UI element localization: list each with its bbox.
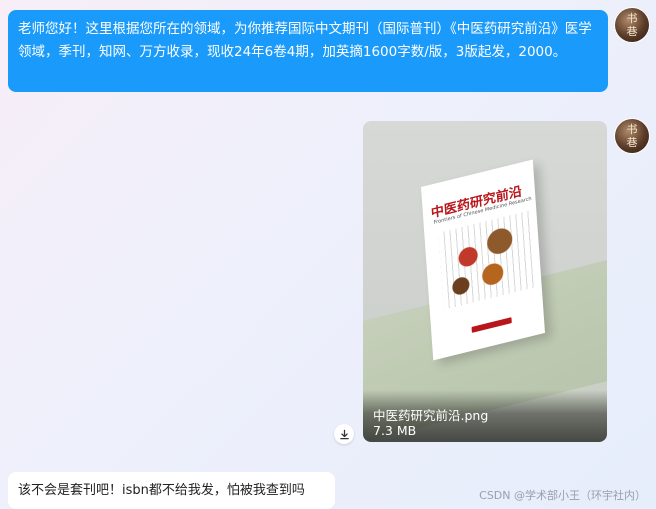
message-bubble-reply[interactable]: 该不会是套刊吧！isbn都不给我发，怕被我查到吗: [8, 472, 335, 509]
file-name: 中医药研究前沿.png: [373, 408, 489, 423]
cover-publisher-logo: [471, 317, 512, 333]
message-bubble-recommendation[interactable]: 老师您好！这里根据您所在的领域，为你推荐国际中文期刊（国际普刊）《中医药研究前沿…: [8, 10, 608, 92]
download-button[interactable]: [334, 424, 354, 444]
avatar[interactable]: 书 巷: [615, 8, 649, 42]
journal-cover-image: 中医药研究前沿 Frontiers of Chinese Medicine Re…: [421, 159, 546, 361]
avatar-glyph: 书 巷: [626, 123, 638, 149]
image-file-message[interactable]: 中医药研究前沿 Frontiers of Chinese Medicine Re…: [363, 121, 607, 442]
message-text: 老师您好！这里根据您所在的领域，为你推荐国际中文期刊（国际普刊）《中医药研究前沿…: [18, 21, 592, 60]
download-icon: [339, 429, 349, 439]
message-text: 该不会是套刊吧！isbn都不给我发，怕被我查到吗: [18, 483, 305, 498]
watermark: CSDN @学术部小王（环宇社内）: [479, 489, 646, 502]
cover-herbs-illustration: [438, 210, 536, 310]
avatar-glyph: 书 巷: [626, 12, 638, 38]
avatar[interactable]: 书 巷: [615, 119, 649, 153]
file-size: 7.3 MB: [373, 423, 417, 438]
